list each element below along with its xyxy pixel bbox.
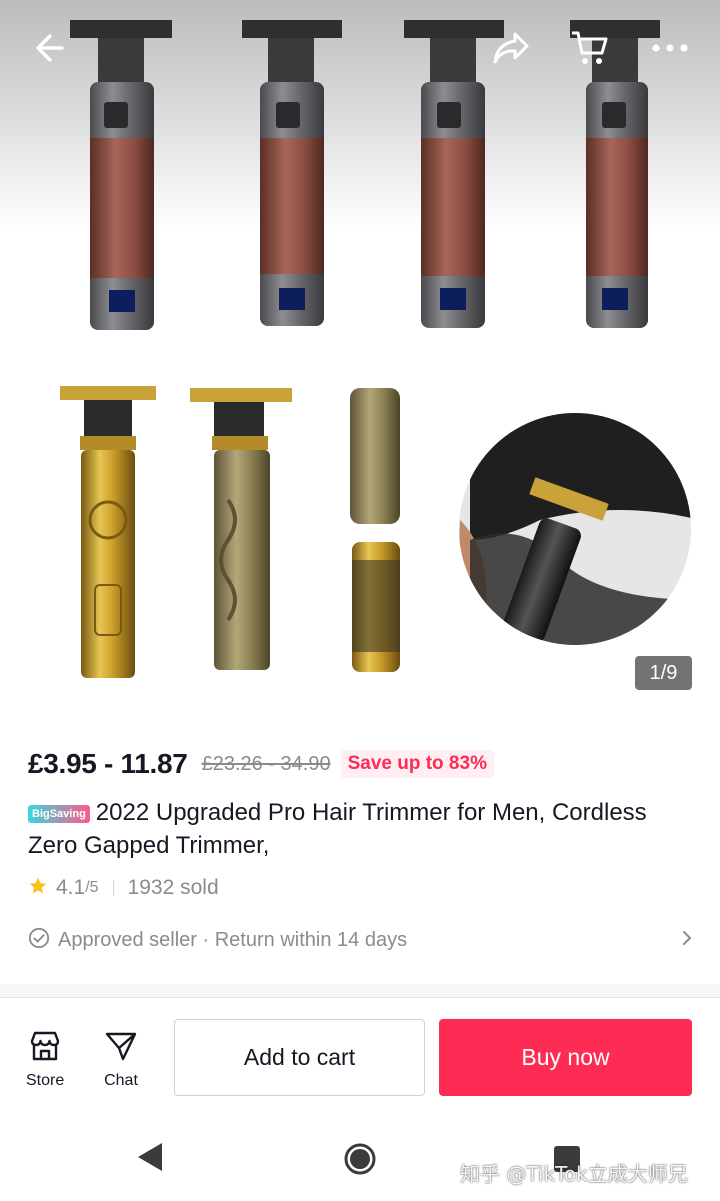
- discount-badge: Save up to 83%: [340, 750, 494, 778]
- bottom-action-bar: Store Chat Add to cart Buy now: [0, 999, 720, 1115]
- product-photo: [60, 20, 691, 678]
- product-image-gallery[interactable]: 1/9: [0, 0, 720, 710]
- original-price: £23.26 - 34.90: [201, 752, 331, 775]
- trimmer-top-2: [242, 20, 342, 326]
- more-icon: [650, 42, 690, 54]
- add-to-cart-button[interactable]: Add to cart: [174, 1019, 425, 1096]
- back-button[interactable]: [26, 26, 70, 70]
- more-button[interactable]: [648, 26, 692, 70]
- rating-row[interactable]: 4.1 /5 1932 sold: [28, 873, 219, 903]
- rating-value: 4.1: [56, 876, 86, 899]
- share-icon: [491, 30, 531, 66]
- chevron-right-icon: [680, 929, 694, 952]
- image-counter: 1/9: [635, 656, 692, 690]
- rating-divider: [112, 880, 114, 896]
- chat-button[interactable]: Chat: [104, 1029, 138, 1090]
- trimmer-bronze: [190, 388, 292, 670]
- share-button[interactable]: [489, 26, 533, 70]
- sold-count: 1932 sold: [127, 876, 219, 899]
- current-price: £3.95 - 11.87: [28, 748, 188, 779]
- seller-info-row[interactable]: Approved seller · Return within 14 days: [28, 924, 694, 956]
- trimmer-gold: [60, 386, 156, 678]
- buy-now-button[interactable]: Buy now: [439, 1019, 692, 1096]
- watermark-text: 知乎 @TikTok立成大师兄: [460, 1162, 688, 1186]
- chat-label: Chat: [104, 1072, 138, 1089]
- price-row: £3.95 - 11.87 £23.26 - 34.90 Save up to …: [28, 744, 494, 784]
- system-back-icon[interactable]: [136, 1141, 164, 1178]
- system-home-icon[interactable]: [343, 1142, 377, 1181]
- seller-info-text: Approved seller · Return within 14 days: [58, 928, 408, 951]
- rating-max: /5: [85, 879, 99, 896]
- trimmer-top-1: [70, 20, 172, 330]
- product-title: BigSaving 2022 Upgraded Pro Hair Trimmer …: [28, 796, 698, 862]
- store-button[interactable]: Store: [26, 1029, 64, 1090]
- bigsaving-badge: BigSaving: [28, 805, 90, 823]
- cart-button[interactable]: [568, 26, 612, 70]
- store-icon: [28, 1029, 62, 1068]
- chat-icon: [104, 1029, 138, 1068]
- section-divider: [0, 984, 720, 998]
- product-title-text: 2022 Upgraded Pro Hair Trimmer for Men, …: [28, 799, 647, 859]
- haircut-photo: [459, 413, 691, 645]
- star-icon: [28, 876, 48, 901]
- back-arrow-icon: [30, 30, 66, 66]
- store-label: Store: [26, 1072, 65, 1089]
- check-circle-icon: [28, 927, 50, 954]
- trimmer-sleeves: [350, 388, 400, 672]
- cart-icon: [570, 29, 610, 67]
